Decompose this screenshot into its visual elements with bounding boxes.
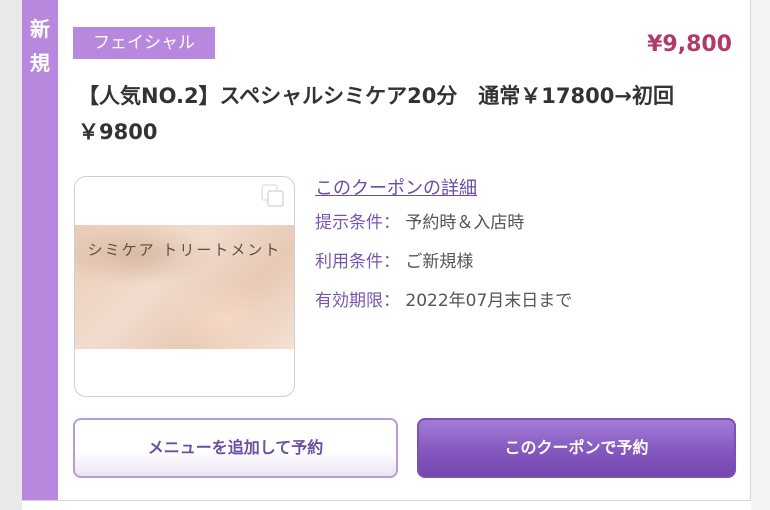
condition-label: 有効期限： (315, 291, 400, 311)
treatment-photo: シミケア トリートメント (75, 225, 294, 349)
coupon-title: 【人気NO.2】スペシャルシミケア20分 通常￥17800→初回￥9800 (78, 84, 674, 144)
coupon-card: 新規 フェイシャル ¥9,800 【人気NO.2】スペシャルシミケア20分 通常… (22, 0, 751, 501)
condition-label: 利用条件： (315, 252, 400, 272)
page-right-margin (751, 0, 770, 510)
book-with-coupon-button[interactable]: このクーポンで予約 (417, 418, 736, 478)
condition-label: 提示条件： (315, 213, 400, 233)
category-badge: フェイシャル (73, 27, 215, 59)
copy-icon (261, 184, 284, 207)
condition-row-expiry: 有効期限： 2022年07月末日まで (315, 282, 572, 321)
condition-row-presentation: 提示条件： 予約時＆入店時 (315, 204, 572, 243)
new-badge: 新規 (30, 17, 50, 75)
coupon-price: ¥9,800 (647, 32, 732, 57)
coupon-details: このクーポンの詳細 提示条件： 予約時＆入店時 利用条件： ご新規様 有効期限：… (315, 174, 572, 321)
add-menu-and-book-button[interactable]: メニューを追加して予約 (73, 418, 398, 478)
condition-row-usage: 利用条件： ご新規様 (315, 243, 572, 282)
coupon-image-frame[interactable]: シミケア トリートメント (74, 176, 295, 397)
condition-value: 2022年07月末日まで (405, 291, 573, 311)
coupon-detail-link[interactable]: このクーポンの詳細 (315, 174, 572, 204)
new-customer-tab: 新規 (22, 0, 58, 500)
condition-value: ご新規様 (405, 252, 474, 272)
condition-value: 予約時＆入店時 (405, 213, 525, 233)
photo-caption: シミケア トリートメント (87, 241, 282, 259)
page-left-margin (0, 0, 22, 510)
